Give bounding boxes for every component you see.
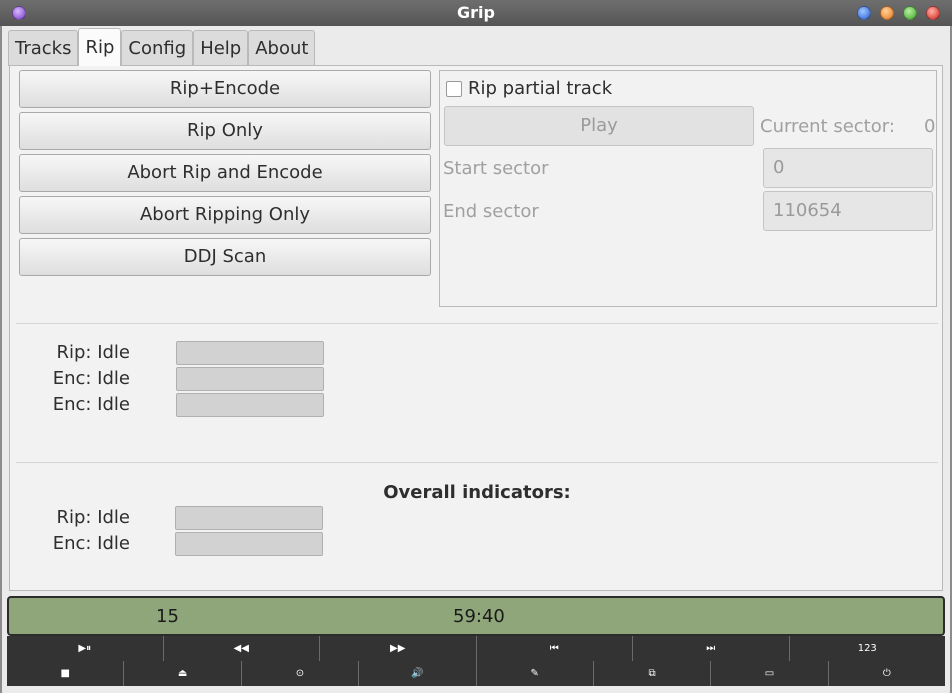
- rip-only-button[interactable]: Rip Only: [19, 112, 431, 150]
- tab-bar: Tracks Rip Config Help About: [8, 28, 316, 66]
- close-icon[interactable]: [926, 6, 940, 20]
- ddj-scan-button[interactable]: DDJ Scan: [19, 238, 431, 276]
- edit-icon[interactable]: ✎: [476, 661, 594, 686]
- next-track-icon[interactable]: ⏭: [633, 636, 790, 661]
- current-sector-value: 0: [924, 116, 936, 137]
- rip-partial-label[interactable]: Rip partial track: [468, 78, 612, 99]
- overall-indicators-heading: Overall indicators:: [383, 482, 571, 503]
- tab-rip[interactable]: Rip: [78, 28, 122, 66]
- control-row-1: ▶⏸ ◀◀ ▶▶ ⏮ ⏭ 123: [7, 636, 945, 661]
- minimize-icon[interactable]: [857, 6, 871, 20]
- overall-rip-label: Rip: Idle: [56, 507, 130, 528]
- encode-status-label: Enc: Idle: [52, 368, 130, 389]
- tab-tracks[interactable]: Tracks: [8, 30, 79, 66]
- eject-icon[interactable]: ⏏: [124, 661, 242, 686]
- play-time: 59:40: [453, 606, 505, 627]
- end-sector-field[interactable]: 110654: [763, 191, 933, 231]
- restore-icon[interactable]: [903, 6, 917, 20]
- rip-partial-checkbox[interactable]: [446, 81, 462, 97]
- rip-status-label: Rip: Idle: [56, 342, 130, 363]
- partial-track-frame: Rip partial track Play Current sector: 0…: [439, 70, 937, 307]
- abort-ripping-button[interactable]: Abort Ripping Only: [19, 196, 431, 234]
- tab-about[interactable]: About: [248, 30, 316, 66]
- start-sector-field[interactable]: 0: [763, 148, 933, 188]
- track-numbers-icon[interactable]: 123: [789, 636, 945, 661]
- abort-rip-encode-button[interactable]: Abort Rip and Encode: [19, 154, 431, 192]
- control-row-2: ■ ⏏ ⊙ 🔊 ✎ ⧉ ▭ ⏻: [7, 661, 945, 686]
- overall-encode-progress-bar: [175, 532, 323, 556]
- lcd-display: 15 59:40: [7, 596, 945, 636]
- play-pause-icon[interactable]: ▶⏸: [7, 636, 164, 661]
- tab-help[interactable]: Help: [193, 30, 249, 66]
- fast-forward-icon[interactable]: ▶▶: [320, 636, 477, 661]
- network-icon[interactable]: ⧉: [593, 661, 712, 686]
- rewind-icon[interactable]: ◀◀: [163, 636, 320, 661]
- start-sector-label: Start sector: [443, 158, 549, 179]
- end-sector-label: End sector: [443, 201, 539, 222]
- cd-scan-icon[interactable]: ⊙: [241, 661, 360, 686]
- rip-encode-button[interactable]: Rip+Encode: [19, 70, 431, 108]
- main-window: Tracks Rip Config Help About Rip+Encode …: [2, 26, 950, 693]
- volume-icon[interactable]: 🔊: [359, 661, 477, 686]
- rip-progress-bar: [176, 341, 324, 365]
- current-sector-label: Current sector:: [760, 116, 895, 137]
- encode-status-label-2: Enc: Idle: [52, 394, 130, 415]
- maximize-icon[interactable]: [880, 6, 894, 20]
- window-icon[interactable]: ▭: [711, 661, 829, 686]
- encode-progress-bar-2: [176, 393, 324, 417]
- title-bar: Grip: [0, 0, 952, 26]
- tab-config[interactable]: Config: [121, 30, 194, 66]
- power-icon[interactable]: ⏻: [828, 661, 945, 686]
- rip-panel: Rip+Encode Rip Only Abort Rip and Encode…: [9, 65, 943, 591]
- overall-rip-progress-bar: [175, 506, 323, 530]
- overall-encode-label: Enc: Idle: [52, 533, 130, 554]
- stop-icon[interactable]: ■: [7, 661, 125, 686]
- window-title: Grip: [457, 3, 495, 22]
- separator: [16, 323, 938, 324]
- previous-track-icon[interactable]: ⏮: [476, 636, 633, 661]
- track-number: 15: [156, 606, 179, 627]
- play-button[interactable]: Play: [444, 106, 754, 146]
- separator: [16, 462, 938, 463]
- encode-progress-bar: [176, 367, 324, 391]
